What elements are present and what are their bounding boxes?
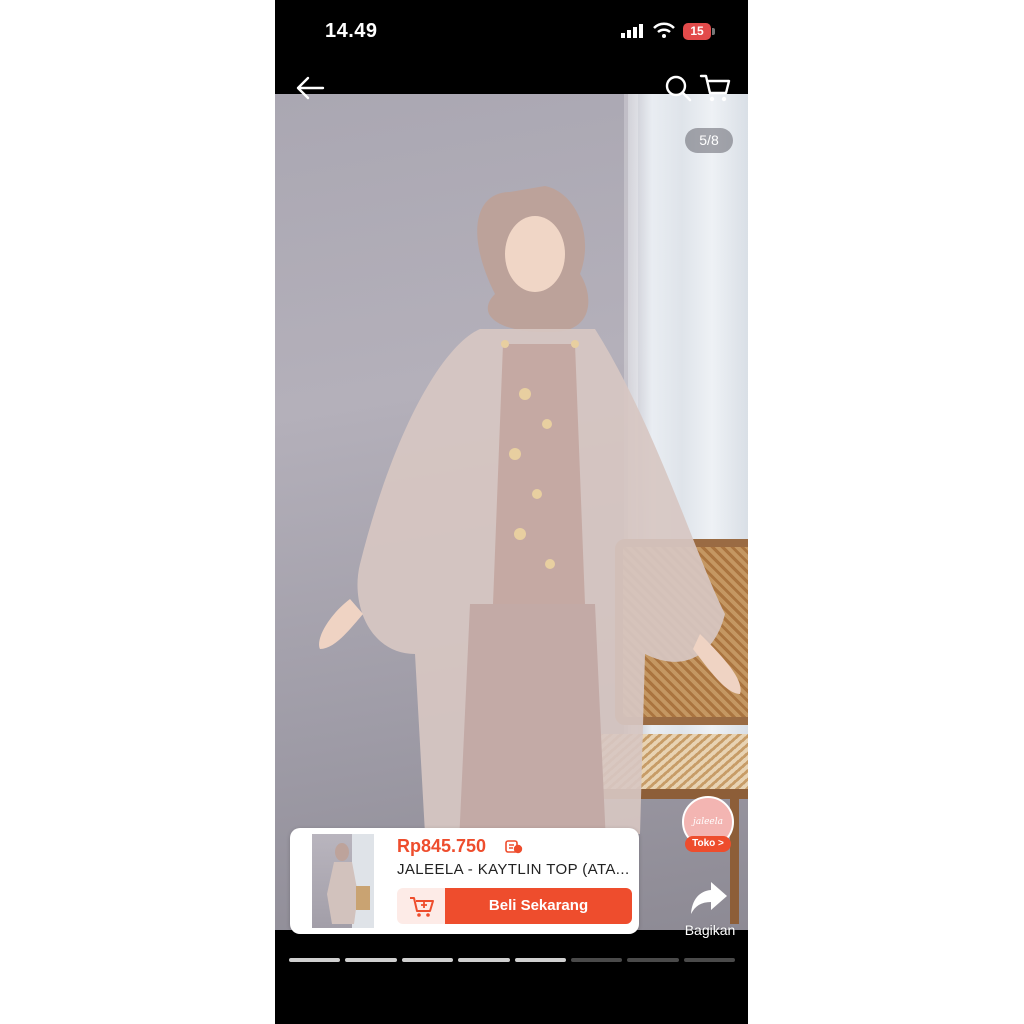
gallery-progress xyxy=(289,958,735,963)
gallery-progress-segment xyxy=(401,958,454,962)
search-icon[interactable] xyxy=(664,74,692,102)
gallery-progress-segment xyxy=(345,958,397,962)
add-to-cart-button[interactable] xyxy=(397,888,445,924)
gallery-progress-segment xyxy=(627,958,679,962)
product-price: Rp845.750 xyxy=(397,836,487,856)
gallery-page-indicator: 5/8 xyxy=(685,128,733,153)
battery-cap xyxy=(712,28,715,35)
signal-icon xyxy=(621,24,643,38)
cart-icon[interactable] xyxy=(699,73,731,103)
buy-now-button[interactable]: Beli Sekarang xyxy=(445,888,632,924)
gallery-progress-segment xyxy=(514,958,566,962)
gallery-progress-segment xyxy=(289,958,341,962)
add-to-cart-icon xyxy=(410,897,434,917)
gallery-progress-segment xyxy=(683,958,735,962)
gallery-progress-segment xyxy=(570,958,623,962)
product-name: JALEELA - KAYTLIN TOP (ATA... xyxy=(397,861,630,878)
model-figure xyxy=(319,186,741,930)
gallery-progress-segment xyxy=(458,958,510,962)
status-bar: 14.49 15 xyxy=(275,0,748,62)
thumbnail-image xyxy=(327,834,374,928)
product-thumbnail[interactable] xyxy=(312,834,374,928)
status-time: 14.49 xyxy=(325,20,378,42)
product-card[interactable]: Rp845.750 JALEELA - KAYTLIN TOP (ATA... … xyxy=(290,828,639,934)
top-navigation xyxy=(275,62,748,112)
wifi-icon xyxy=(653,22,675,38)
back-arrow-icon[interactable] xyxy=(295,76,325,100)
coin-icon xyxy=(505,840,523,854)
share-label: Bagikan xyxy=(684,922,736,938)
share-arrow-icon xyxy=(691,882,727,914)
store-link[interactable]: Toko > xyxy=(685,836,731,852)
battery-indicator: 15 xyxy=(683,23,711,40)
phone-screen: 14.49 15 5/8 jaleela Toko > Bagikan Rp84… xyxy=(275,0,748,1024)
share-button[interactable]: Bagikan xyxy=(675,878,745,938)
product-photo[interactable] xyxy=(275,94,748,930)
